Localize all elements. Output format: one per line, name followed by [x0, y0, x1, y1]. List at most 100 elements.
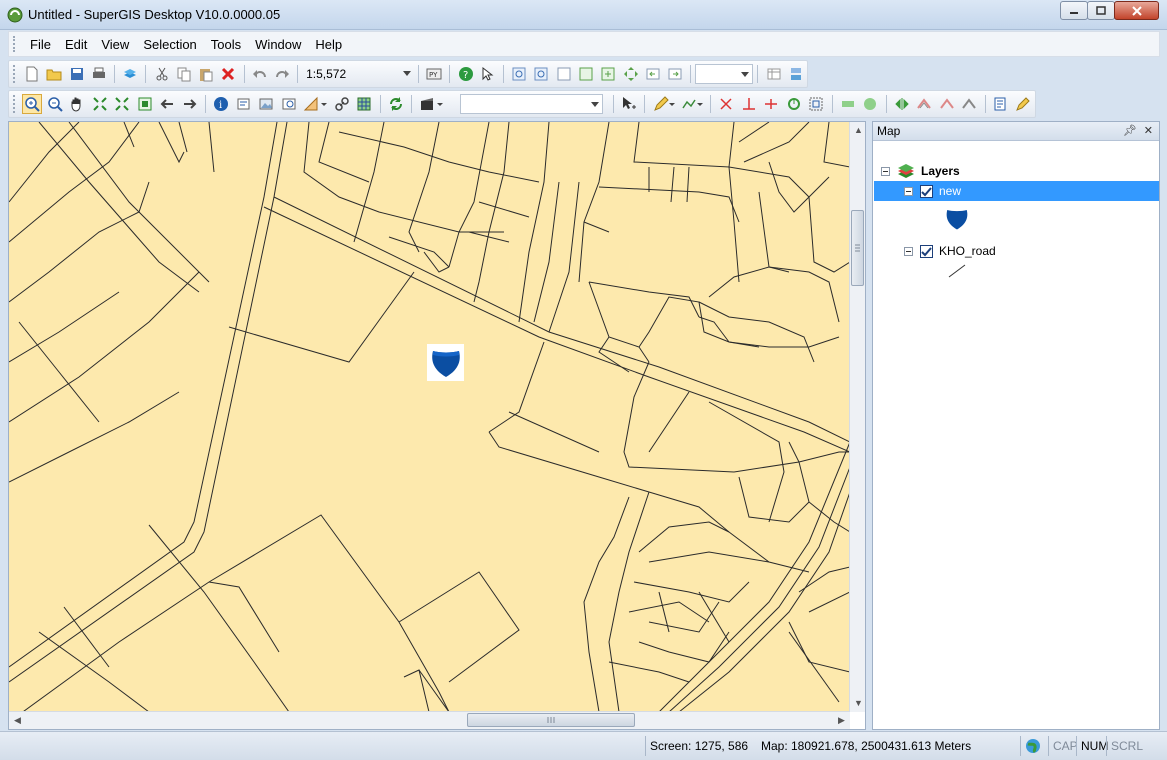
- zoom-in-button[interactable]: [22, 94, 43, 114]
- collapse-icon[interactable]: [904, 186, 913, 196]
- collapse-icon[interactable]: [881, 166, 890, 176]
- smooth-button[interactable]: [937, 94, 957, 114]
- densify-button[interactable]: [960, 94, 980, 114]
- full-extent-button[interactable]: [599, 64, 618, 84]
- zoom-layer-button[interactable]: [554, 64, 573, 84]
- print-button[interactable]: [89, 64, 108, 84]
- image-button[interactable]: [257, 94, 277, 114]
- layer-combo[interactable]: [695, 64, 754, 84]
- scroll-right-icon[interactable]: ▶: [838, 715, 845, 726]
- zoom-selected-button[interactable]: [576, 64, 595, 84]
- python-button[interactable]: PY: [425, 64, 444, 84]
- maximize-button[interactable]: [1087, 1, 1115, 20]
- find-button[interactable]: [279, 94, 299, 114]
- pan-button[interactable]: [621, 64, 640, 84]
- full-extent-button-2[interactable]: [113, 94, 133, 114]
- scrl-label: SCRL: [1111, 739, 1144, 753]
- shield-marker[interactable]: [427, 344, 464, 381]
- menu-selection[interactable]: Selection: [136, 35, 203, 54]
- menu-edit[interactable]: Edit: [58, 35, 94, 54]
- forward-button[interactable]: [180, 94, 200, 114]
- info-button[interactable]: [234, 94, 254, 114]
- layer-row-new[interactable]: new: [874, 181, 1159, 201]
- rotate-button[interactable]: [784, 94, 804, 114]
- zoom-to-layer-button[interactable]: [90, 94, 110, 114]
- hyperlink-button[interactable]: [332, 94, 352, 114]
- select-button[interactable]: [135, 94, 155, 114]
- scale-button[interactable]: [807, 94, 827, 114]
- split-button[interactable]: [762, 94, 782, 114]
- pin-icon[interactable]: 📌︎: [1123, 124, 1137, 137]
- line-feature-button[interactable]: [838, 94, 858, 114]
- pan-hand-button[interactable]: [68, 94, 88, 114]
- refresh-button[interactable]: [386, 94, 406, 114]
- new-button[interactable]: [22, 64, 41, 84]
- mirror-button[interactable]: [892, 94, 912, 114]
- toolbar-grip[interactable]: [13, 65, 17, 83]
- horizontal-scroll-thumb[interactable]: [467, 713, 635, 727]
- edit-select-button[interactable]: [619, 94, 639, 114]
- vertical-scrollbar[interactable]: ▲ ▼: [849, 122, 865, 712]
- map-view[interactable]: ▲ ▼ ◀ ▶: [8, 121, 866, 730]
- redo-button[interactable]: [272, 64, 291, 84]
- layer-row-kho-road[interactable]: KHO_road: [874, 241, 1159, 261]
- save-button[interactable]: [67, 64, 86, 84]
- sketch-button[interactable]: [651, 94, 676, 114]
- menu-view[interactable]: View: [94, 35, 136, 54]
- close-panel-icon[interactable]: ✕: [1144, 124, 1153, 137]
- perpendicular-button[interactable]: [739, 94, 759, 114]
- layer-stack-button[interactable]: [786, 64, 805, 84]
- undo-button[interactable]: [250, 64, 269, 84]
- menu-help[interactable]: Help: [308, 35, 349, 54]
- collapse-icon[interactable]: [904, 246, 913, 256]
- scroll-up-icon[interactable]: ▲: [854, 125, 863, 135]
- layer-visibility-checkbox[interactable]: [920, 184, 933, 198]
- previous-extent-button[interactable]: [643, 64, 662, 84]
- globe-icon: [1026, 739, 1040, 754]
- trace-button[interactable]: [679, 94, 704, 114]
- vertical-scroll-thumb[interactable]: [851, 210, 864, 286]
- menu-grip[interactable]: [13, 36, 17, 52]
- fixed-zoom-in-button[interactable]: [509, 64, 528, 84]
- horizontal-scrollbar[interactable]: ◀ ▶: [9, 711, 850, 729]
- layer-visibility-checkbox[interactable]: [920, 244, 933, 258]
- attributes-button[interactable]: [991, 94, 1011, 114]
- clapper-button[interactable]: [417, 94, 444, 114]
- network-status: [1020, 736, 1046, 756]
- grid-button[interactable]: [355, 94, 375, 114]
- menu-tools[interactable]: Tools: [204, 35, 248, 54]
- measure-button[interactable]: [302, 94, 329, 114]
- whats-this-button[interactable]: [478, 64, 497, 84]
- menu-window[interactable]: Window: [248, 35, 308, 54]
- add-data-button[interactable]: [121, 64, 140, 84]
- toolbar-grip[interactable]: [13, 95, 17, 113]
- delete-button[interactable]: [219, 64, 238, 84]
- point-feature-button[interactable]: [861, 94, 881, 114]
- zoom-out-button[interactable]: [45, 94, 65, 114]
- next-extent-button[interactable]: [666, 64, 685, 84]
- map-canvas[interactable]: [9, 122, 850, 712]
- scale-combo[interactable]: 1:5,572: [302, 64, 414, 84]
- fixed-zoom-out-icon: [534, 67, 548, 81]
- copy-button[interactable]: [174, 64, 193, 84]
- edit-pencil-button[interactable]: [1014, 94, 1034, 114]
- open-button[interactable]: [45, 64, 64, 84]
- identify-button[interactable]: i: [212, 94, 232, 114]
- generalize-button[interactable]: [915, 94, 935, 114]
- menu-file[interactable]: File: [23, 35, 58, 54]
- tree-root-row[interactable]: Layers: [881, 161, 1151, 181]
- scroll-down-icon[interactable]: ▼: [854, 698, 863, 708]
- back-button[interactable]: [158, 94, 178, 114]
- cut-button[interactable]: [152, 64, 171, 84]
- target-layer-combo[interactable]: [460, 94, 603, 114]
- scroll-left-icon[interactable]: ◀: [14, 715, 21, 726]
- delete-vertex-button[interactable]: [717, 94, 737, 114]
- svg-text:i: i: [219, 100, 222, 111]
- help-button[interactable]: ?: [456, 64, 475, 84]
- fixed-zoom-out-button[interactable]: [532, 64, 551, 84]
- paste-button[interactable]: [196, 64, 215, 84]
- separator: [710, 95, 712, 113]
- minimize-button[interactable]: [1060, 1, 1088, 20]
- table-button[interactable]: [764, 64, 783, 84]
- close-button[interactable]: [1114, 1, 1159, 20]
